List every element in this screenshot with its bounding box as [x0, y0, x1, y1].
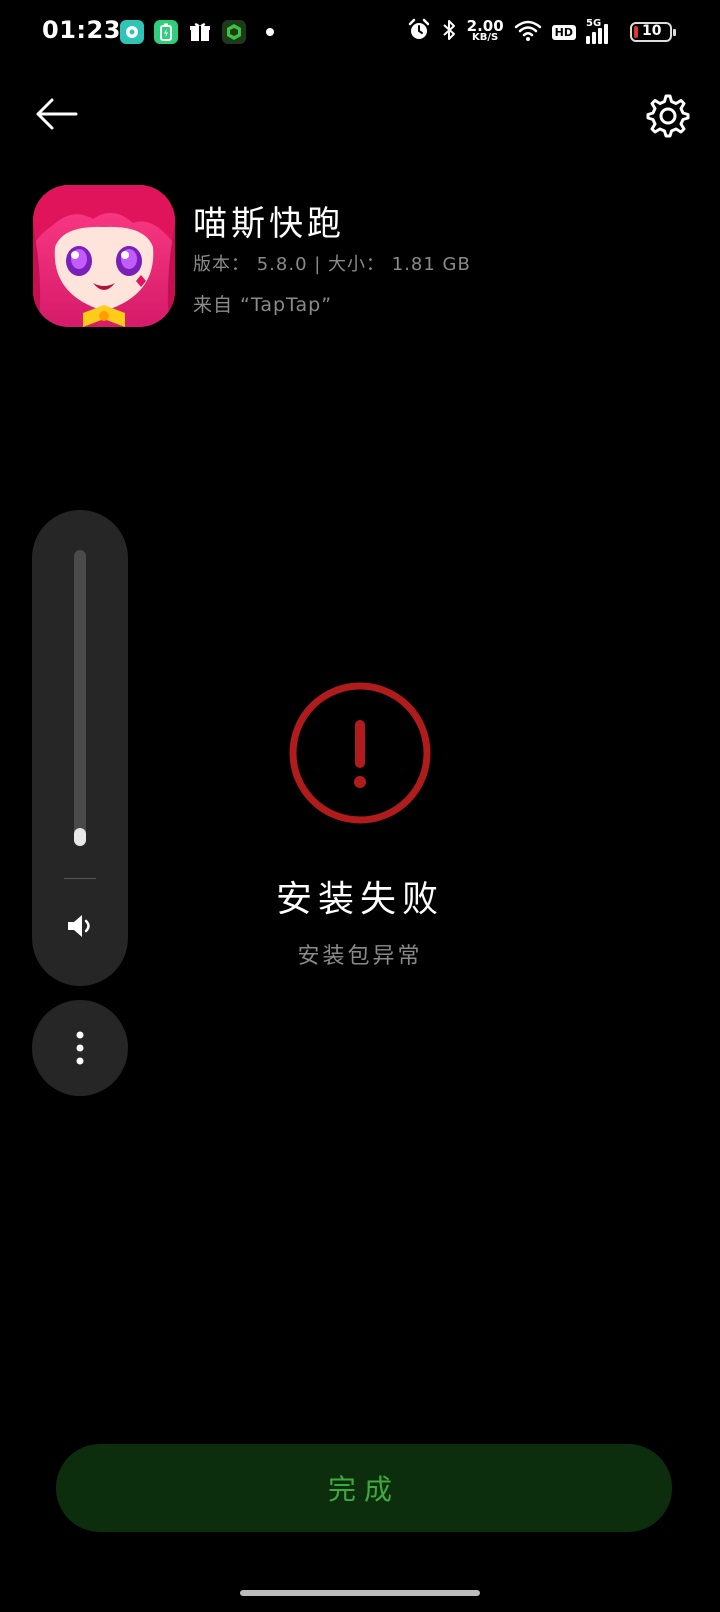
app-source: 来自 “TapTap”	[193, 294, 333, 316]
gear-icon	[646, 94, 690, 138]
home-indicator[interactable]	[240, 1590, 480, 1596]
arrow-left-icon	[36, 98, 78, 130]
battery-fill	[634, 26, 638, 38]
chat-app-icon	[120, 20, 144, 44]
status-time: 01:23	[42, 16, 121, 44]
app-name: 喵斯快跑	[193, 204, 345, 244]
install-status-title: 安装失败	[275, 879, 444, 920]
cellular-signal-icon: 5G	[586, 18, 620, 46]
more-vertical-icon	[76, 1031, 84, 1065]
gift-icon	[188, 20, 212, 44]
battery-saver-app-icon	[154, 20, 178, 44]
hd-voice-badge: HD	[551, 24, 576, 40]
status-bar: 01:23 2.00 KB/S HD 5G 10	[0, 0, 720, 64]
volume-slider[interactable]	[74, 550, 86, 846]
alarm-icon	[407, 18, 431, 46]
wifi-icon	[514, 18, 542, 46]
security-app-icon	[222, 20, 246, 44]
battery-icon: 10	[630, 22, 676, 42]
battery-level: 10	[642, 23, 662, 39]
done-button[interactable]: 完成	[56, 1444, 672, 1532]
app-icon	[33, 185, 175, 327]
more-notifications-dot	[266, 28, 274, 36]
system-status-icons: 2.00 KB/S HD 5G 10	[407, 16, 676, 48]
error-icon	[287, 680, 433, 826]
install-error-reason: 安装包异常	[297, 944, 423, 969]
volume-slider-fill	[74, 828, 86, 846]
app-version-size: 版本： 5.8.0 | 大小： 1.81 GB	[193, 254, 471, 275]
settings-button[interactable]	[638, 88, 698, 144]
network-speed: 2.00 KB/S	[466, 17, 504, 44]
notification-icons	[120, 20, 274, 44]
back-button[interactable]	[28, 90, 84, 138]
more-options-button[interactable]	[32, 1000, 128, 1096]
bluetooth-icon	[441, 18, 457, 46]
